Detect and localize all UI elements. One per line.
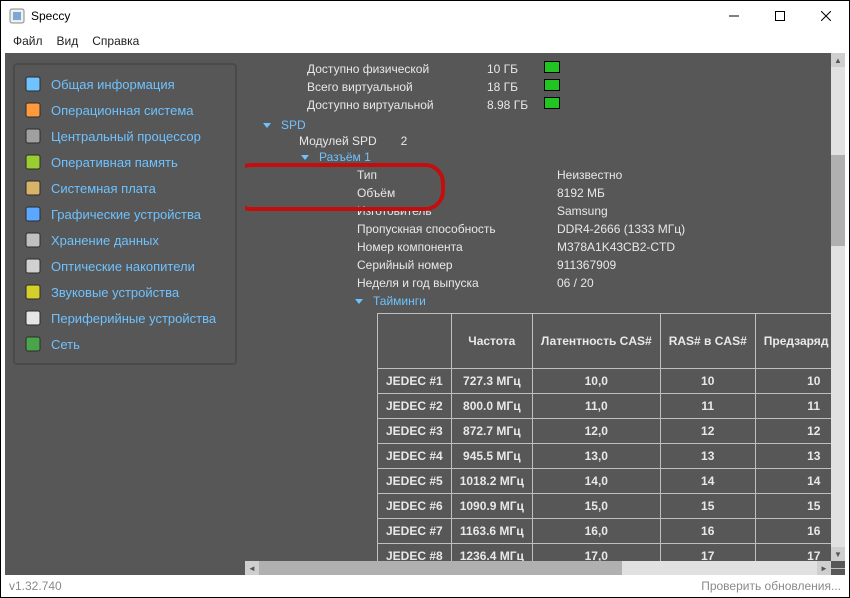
collapse-icon[interactable] bbox=[355, 299, 363, 304]
statusbar: v1.32.740 Проверить обновления... bbox=[5, 577, 845, 595]
table-row: JEDEC #3872.7 МГц12,012122840 bbox=[378, 419, 846, 444]
app-icon bbox=[9, 8, 25, 24]
sidebar-item-os[interactable]: Операционная система bbox=[15, 97, 235, 123]
sidebar-item-storage[interactable]: Хранение данных bbox=[15, 227, 235, 253]
menu-help[interactable]: Справка bbox=[86, 32, 145, 50]
sidebar-item-label: Системная плата bbox=[51, 181, 156, 196]
sidebar-item-peripherals[interactable]: Периферийные устройства bbox=[15, 305, 235, 331]
timing-header: Латентность CAS# bbox=[532, 314, 660, 369]
spd-modules-count: 2 bbox=[401, 133, 408, 149]
menubar: Файл Вид Справка bbox=[1, 31, 849, 51]
main-panel: Доступно физической10 ГБВсего виртуально… bbox=[245, 53, 845, 575]
sidebar-item-summary[interactable]: Общая информация bbox=[15, 71, 235, 97]
spd-timings[interactable]: Тайминги bbox=[373, 293, 426, 309]
sidebar-item-label: Сеть bbox=[51, 337, 80, 352]
app-window: Speccy Файл Вид Справка Общая информация… bbox=[0, 0, 850, 598]
os-icon bbox=[25, 102, 41, 118]
spd-slot[interactable]: Разъём 1 bbox=[319, 149, 371, 165]
version-label: v1.32.740 bbox=[9, 579, 62, 593]
horizontal-scrollbar[interactable]: ◄ ► bbox=[245, 561, 831, 575]
sidebar-item-audio[interactable]: Звуковые устройства bbox=[15, 279, 235, 305]
table-row: JEDEC #51018.2 МГц14,014143347 bbox=[378, 469, 846, 494]
vertical-scrollbar[interactable]: ▲ ▼ bbox=[831, 53, 845, 561]
sidebar-item-label: Общая информация bbox=[51, 77, 175, 92]
sidebar-item-motherboard[interactable]: Системная плата bbox=[15, 175, 235, 201]
sidebar-item-label: Звуковые устройства bbox=[51, 285, 179, 300]
collapse-icon[interactable] bbox=[263, 123, 271, 128]
summary-icon bbox=[25, 76, 41, 92]
table-row: JEDEC #1727.3 МГц10,010102434 bbox=[378, 369, 846, 394]
menu-file[interactable]: Файл bbox=[7, 32, 49, 50]
window-title: Speccy bbox=[31, 9, 70, 23]
audio-icon bbox=[25, 284, 41, 300]
timing-table: ЧастотаЛатентность CAS#RAS# в CAS#Предза… bbox=[377, 313, 845, 575]
optical-icon bbox=[25, 258, 41, 274]
usage-bar-icon bbox=[544, 61, 560, 73]
table-row: JEDEC #71163.6 МГц16,016163854 bbox=[378, 519, 846, 544]
close-button[interactable] bbox=[803, 1, 849, 31]
motherboard-icon bbox=[25, 180, 41, 196]
sidebar-item-network[interactable]: Сеть bbox=[15, 331, 235, 357]
sidebar-item-label: Центральный процессор bbox=[51, 129, 201, 144]
sidebar-item-graphics[interactable]: Графические устройства bbox=[15, 201, 235, 227]
check-updates-link[interactable]: Проверить обновления... bbox=[701, 579, 841, 593]
timing-header: Частота bbox=[451, 314, 532, 369]
sidebar-item-label: Периферийные устройства bbox=[51, 311, 216, 326]
sidebar-item-cpu[interactable]: Центральный процессор bbox=[15, 123, 235, 149]
menu-view[interactable]: Вид bbox=[51, 32, 85, 50]
graphics-icon bbox=[25, 206, 41, 222]
usage-bar-icon bbox=[544, 97, 560, 109]
section-spd[interactable]: SPD bbox=[281, 117, 306, 133]
network-icon bbox=[25, 336, 41, 352]
ram-icon bbox=[25, 154, 41, 170]
minimize-button[interactable] bbox=[711, 1, 757, 31]
table-row: JEDEC #61090.9 МГц15,015153550 bbox=[378, 494, 846, 519]
sidebar-item-optical[interactable]: Оптические накопители bbox=[15, 253, 235, 279]
sidebar-item-label: Графические устройства bbox=[51, 207, 201, 222]
sidebar-item-label: Операционная система bbox=[51, 103, 194, 118]
spd-modules-label: Модулей SPD bbox=[299, 133, 377, 149]
timing-header bbox=[378, 314, 452, 369]
cpu-icon bbox=[25, 128, 41, 144]
sidebar: Общая информация Операционная система Цент… bbox=[5, 53, 245, 575]
sidebar-item-label: Оптические накопители bbox=[51, 259, 195, 274]
client-area: Общая информация Операционная система Цент… bbox=[5, 53, 845, 575]
sidebar-item-label: Оперативная память bbox=[51, 155, 178, 170]
maximize-button[interactable] bbox=[757, 1, 803, 31]
sidebar-item-label: Хранение данных bbox=[51, 233, 159, 248]
table-row: JEDEC #4945.5 МГц13,013133144 bbox=[378, 444, 846, 469]
memory-summary: Доступно физической10 ГБВсего виртуально… bbox=[305, 59, 570, 115]
sidebar-item-ram[interactable]: Оперативная память bbox=[15, 149, 235, 175]
storage-icon bbox=[25, 232, 41, 248]
usage-bar-icon bbox=[544, 79, 560, 91]
timing-header: RAS# в CAS# bbox=[660, 314, 755, 369]
titlebar: Speccy bbox=[1, 1, 849, 31]
collapse-icon[interactable] bbox=[301, 155, 309, 160]
peripherals-icon bbox=[25, 310, 41, 326]
spd-properties: ТипНеизвестноОбъём8192 МБИзготовительSam… bbox=[355, 165, 695, 293]
table-row: JEDEC #2800.0 МГц11,011112637 bbox=[378, 394, 846, 419]
